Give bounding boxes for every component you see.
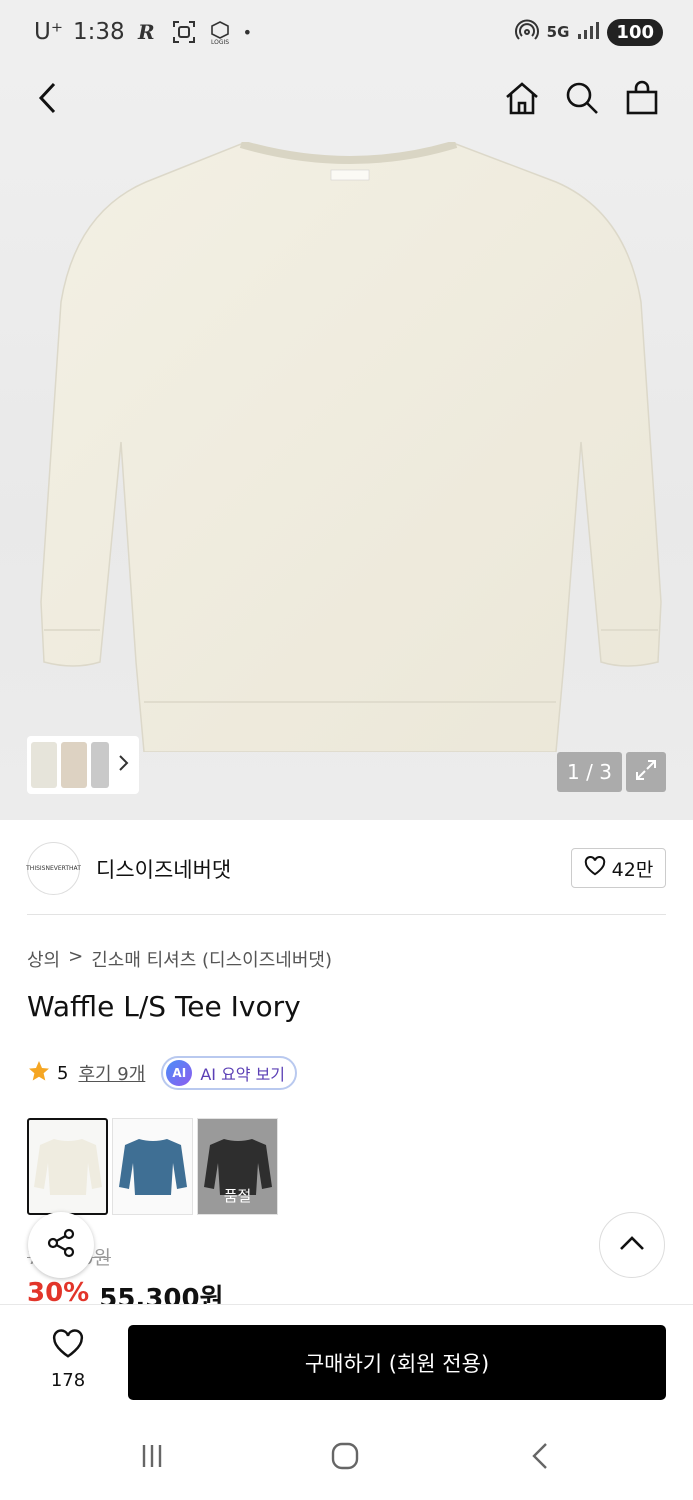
more-notifications-dot: • [242, 22, 253, 42]
brand-logo-text: THISISNEVERTHAT [26, 865, 81, 872]
signal-icon [577, 20, 600, 44]
brand-like-button[interactable]: 42만 [571, 848, 666, 888]
heart-outline-icon [51, 1329, 85, 1364]
network-type: 5G [546, 23, 570, 41]
expand-icon [634, 758, 658, 786]
clock: 1:38 [72, 19, 125, 45]
breadcrumb-separator: > [68, 946, 84, 967]
divider [27, 914, 666, 915]
color-option-ivory[interactable] [27, 1118, 108, 1215]
product-title: Waffle L/S Tee Ivory [27, 990, 301, 1023]
hotspot-icon [514, 18, 539, 46]
review-count-link[interactable]: 후기 9개 [78, 1060, 145, 1086]
shopping-bag-icon [624, 80, 660, 120]
home-circle-icon [330, 1441, 360, 1475]
buy-button[interactable]: 구매하기 (회원 전용) [128, 1325, 666, 1400]
home-button[interactable] [500, 78, 544, 122]
product-image-gallery[interactable]: 1 / 3 [0, 66, 693, 820]
purchase-bar: 178 구매하기 (회원 전용) [0, 1304, 693, 1416]
home-nav-button[interactable] [325, 1440, 365, 1476]
thumbnail-strip[interactable] [27, 736, 139, 794]
system-nav-bar [0, 1416, 693, 1500]
chevron-left-icon [35, 80, 61, 120]
search-button[interactable] [560, 78, 604, 122]
recents-icon [138, 1442, 166, 1474]
brand-logo[interactable]: THISISNEVERTHAT [26, 842, 81, 895]
logis-icon: LOGIS [207, 19, 233, 46]
screenshot-icon [171, 19, 197, 45]
brand-name[interactable]: 디스이즈네버댓 [96, 854, 231, 884]
brand-like-count: 42만 [611, 858, 654, 881]
share-button[interactable] [28, 1212, 94, 1278]
status-bar: U⁺ 1:38 R LOGIS • 5G 100 [0, 0, 693, 66]
home-icon [504, 80, 540, 120]
thumbnail-beige[interactable] [61, 742, 87, 788]
star-icon [27, 1059, 51, 1088]
back-chevron-icon [530, 1441, 550, 1475]
back-button[interactable] [26, 78, 70, 122]
thumbnail-ivory[interactable] [31, 742, 57, 788]
carrier-label: U⁺ [34, 19, 63, 45]
recent-apps-button[interactable] [132, 1440, 172, 1476]
color-options: 품절 [27, 1118, 278, 1215]
breadcrumb-category[interactable]: 상의 [27, 946, 60, 972]
ai-summary-button[interactable]: AI AI 요약 보기 [161, 1056, 298, 1090]
rating-value: 5 [57, 1062, 69, 1084]
color-option-blue[interactable] [112, 1118, 193, 1215]
thumbnail-grey[interactable] [91, 742, 109, 788]
wishlist-button[interactable]: 178 [40, 1329, 96, 1391]
fullscreen-button[interactable] [626, 752, 666, 792]
rating-row: 5 후기 9개 AI AI 요약 보기 [27, 1056, 298, 1090]
app-notification-icon: R [135, 19, 161, 45]
ai-badge-icon: AI [166, 1060, 193, 1086]
breadcrumb-subcategory[interactable]: 긴소매 티셔츠 (디스이즈네버댓) [91, 946, 332, 972]
brand-row: THISISNEVERTHAT 디스이즈네버댓 42만 [0, 820, 693, 916]
image-pager: 1 / 3 [557, 752, 622, 792]
scroll-top-button[interactable] [599, 1212, 665, 1278]
wishlist-count: 178 [50, 1370, 86, 1391]
share-icon [45, 1227, 77, 1263]
soldout-label: 품절 [223, 1187, 252, 1205]
chevron-right-icon[interactable] [117, 754, 129, 776]
ai-summary-label: AI 요약 보기 [200, 1065, 286, 1084]
breadcrumb: 상의 > 긴소매 티셔츠 (디스이즈네버댓) [27, 946, 332, 972]
heart-icon [584, 855, 606, 881]
cart-button[interactable] [620, 78, 664, 122]
back-nav-button[interactable] [520, 1440, 560, 1476]
chevron-up-icon [619, 1235, 645, 1255]
svg-text:LOGIS: LOGIS [211, 39, 229, 45]
product-photo [36, 140, 666, 756]
battery-level: 100 [607, 18, 663, 46]
color-option-black[interactable]: 품절 [197, 1118, 278, 1215]
svg-text:R: R [137, 20, 155, 44]
search-icon [564, 80, 600, 120]
